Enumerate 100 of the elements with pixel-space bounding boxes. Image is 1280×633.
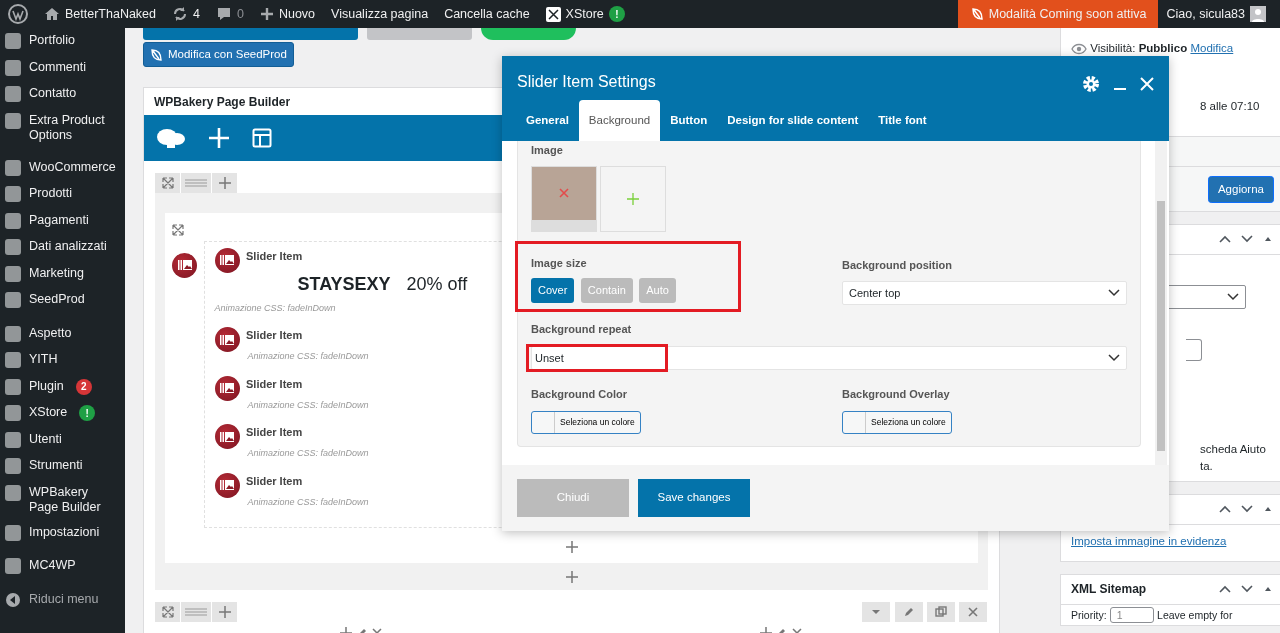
tab[interactable]: Title font: [868, 99, 937, 141]
color-picker-button[interactable]: Seleziona un colore: [842, 410, 952, 434]
priority-field[interactable]: 1: [1109, 606, 1154, 623]
square-icon: [5, 458, 21, 474]
add-image-tile[interactable]: [600, 165, 667, 232]
sidebar-item[interactable]: Strumenti: [0, 453, 125, 480]
position-select[interactable]: Center top: [842, 281, 1127, 305]
xstore-link[interactable]: XStore: [565, 4, 604, 24]
square-icon: [5, 405, 21, 421]
clear-cache-link[interactable]: Cancella cache: [444, 4, 530, 24]
plus-icon: [218, 177, 231, 190]
square-icon: [5, 239, 21, 255]
sidebar-item[interactable]: Impostazioni: [0, 519, 125, 546]
field-label: Background Color: [531, 387, 628, 402]
site-name-link[interactable]: BetterThaNaked: [65, 4, 157, 24]
copy-control[interactable]: [926, 601, 955, 622]
help-text: scheda Aiuto: [1199, 441, 1266, 457]
color-picker-button[interactable]: Seleziona un colore: [531, 410, 641, 434]
seedprod-edit-button[interactable]: Modifica con SeedProd: [143, 42, 294, 68]
chevron-down-icon: [1108, 289, 1120, 297]
dialog-scrollbar[interactable]: [1155, 141, 1167, 465]
slide-subheading: 20% off: [406, 272, 468, 296]
size-option-button[interactable]: Cover: [531, 278, 575, 303]
chevron-up-icon[interactable]: [1218, 234, 1232, 245]
collapse-menu-button[interactable]: Riduci menu: [0, 586, 125, 613]
leaf-icon: [969, 7, 984, 21]
speech-bubble-icon[interactable]: [216, 6, 232, 22]
close-icon[interactable]: [1140, 76, 1154, 91]
refresh-icon[interactable]: [172, 6, 189, 22]
add-control[interactable]: [212, 173, 237, 194]
gear-icon[interactable]: [1082, 74, 1100, 93]
field-label: Image: [531, 143, 564, 158]
update-button[interactable]: Aggiorna: [1207, 175, 1274, 203]
sidebar-item[interactable]: Pagamenti: [0, 207, 125, 234]
copy-icon: [933, 604, 948, 619]
animation-note: Animazione CSS: fadeInDown: [247, 398, 369, 412]
chevron-up-icon[interactable]: [1218, 504, 1232, 515]
sidebar-item[interactable]: MC4WP: [0, 553, 125, 580]
chevron-down-icon[interactable]: [1240, 234, 1254, 245]
home-icon: [44, 6, 60, 22]
pencil-control[interactable]: [894, 601, 923, 622]
sidebar-item[interactable]: SeedProd: [0, 287, 125, 314]
comment-count[interactable]: 0: [237, 4, 244, 24]
close-control[interactable]: [959, 601, 987, 622]
sidebar-item[interactable]: XStore !: [0, 400, 125, 427]
plus-icon: [218, 605, 231, 618]
field-label: Background repeat: [531, 321, 633, 337]
update-count[interactable]: 4: [193, 4, 200, 24]
greeting-link[interactable]: Ciao, sicula83: [1166, 4, 1245, 24]
sidebar-item[interactable]: WPBakery Page Builder: [0, 479, 125, 520]
sidebar-item[interactable]: WooCommerce: [0, 154, 125, 181]
sidebar-item[interactable]: Portfolio: [0, 28, 125, 55]
sidebar-item[interactable]: Aspetto: [0, 320, 125, 347]
sidebar-item[interactable]: Contatto: [0, 81, 125, 108]
dialog-title: Slider Item Settings: [517, 72, 656, 92]
chevron-down-icon: [1108, 354, 1120, 362]
chevron-up-icon[interactable]: [1218, 584, 1232, 595]
sidebar-item[interactable]: Extra Product Options: [0, 107, 125, 148]
view-page-link[interactable]: Visualizza pagina: [331, 4, 429, 24]
sidebar-item[interactable]: Prodotti: [0, 181, 125, 208]
field-label: Background position: [842, 257, 953, 273]
sidebar-item[interactable]: YITH: [0, 347, 125, 374]
slider-icon: [172, 252, 197, 278]
tab[interactable]: Button: [660, 99, 718, 141]
chevron-down-icon[interactable]: [1240, 584, 1254, 595]
plus-icon[interactable]: [259, 7, 274, 21]
sidebar-item[interactable]: Commenti: [0, 54, 125, 81]
cloud-icon[interactable]: [156, 126, 186, 151]
tab[interactable]: Design for slide content: [717, 99, 869, 141]
expand-control[interactable]: [155, 601, 180, 622]
chevron-down-icon[interactable]: [1240, 504, 1254, 515]
text-field[interactable]: [1186, 338, 1202, 361]
edit-link[interactable]: Modifica: [1190, 40, 1234, 58]
add-control[interactable]: [212, 601, 237, 622]
layout-icon[interactable]: [252, 128, 272, 149]
count-badge: !: [79, 405, 96, 421]
square-icon: [5, 159, 21, 176]
new-link[interactable]: Nuovo: [278, 4, 316, 24]
left-arrow-circle-icon: [5, 591, 21, 608]
save-button[interactable]: Save changes: [638, 479, 750, 517]
sidebar-item[interactable]: Marketing: [0, 260, 125, 287]
tab[interactable]: Background: [578, 99, 661, 141]
sidebar-item[interactable]: Dati analizzati: [0, 234, 125, 261]
plus-icon[interactable]: [565, 540, 578, 553]
schedule-text: 8 alle 07:10: [1199, 99, 1260, 115]
slider-icon: [214, 472, 240, 498]
expand-icon[interactable]: [172, 223, 184, 236]
expand-control[interactable]: [155, 173, 180, 194]
lines-icon: [185, 178, 207, 189]
slider-icon: [214, 375, 240, 401]
square-icon: [5, 484, 21, 501]
slider-item-title: Slider Item: [246, 248, 303, 264]
square-icon: [5, 292, 21, 308]
sidebar-item[interactable]: Plugin 2: [0, 373, 125, 400]
plus-icon[interactable]: [565, 570, 578, 583]
tab[interactable]: General: [516, 99, 579, 141]
sidebar-item[interactable]: Utenti: [0, 426, 125, 453]
priority-hint: Leave empty for: [1157, 607, 1233, 622]
wordpress-logo-icon[interactable]: [8, 4, 28, 24]
x-logo-icon[interactable]: [545, 6, 561, 22]
